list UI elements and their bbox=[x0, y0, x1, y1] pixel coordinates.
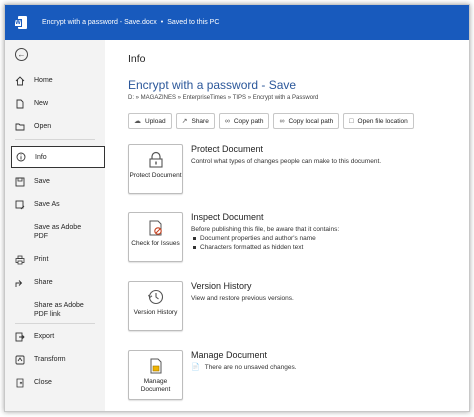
copy-path-button[interactable]: ∞ Copy path bbox=[218, 113, 270, 129]
sidebar-item-label: Export bbox=[34, 333, 55, 340]
transform-icon bbox=[15, 355, 25, 365]
sidebar-item-label: Close bbox=[34, 379, 52, 386]
save-as-icon bbox=[15, 200, 25, 210]
protect-document-description: Control what types of changes people can… bbox=[191, 158, 382, 165]
title-bar: W Encrypt with a password - Save.docx • … bbox=[5, 5, 469, 40]
back-arrow-icon[interactable]: ← bbox=[15, 48, 28, 61]
share-icon bbox=[15, 278, 25, 288]
title-separator: • bbox=[160, 19, 164, 26]
export-icon bbox=[15, 332, 25, 342]
manage-document-status: There are no unsaved changes. bbox=[204, 363, 297, 371]
inspect-document-description: Before publishing this file, be aware th… bbox=[191, 226, 340, 233]
protect-document-button[interactable]: Protect Document bbox=[128, 144, 183, 194]
sidebar-item-label: Save as Adobe PDF bbox=[34, 224, 82, 240]
page-title: Info bbox=[128, 53, 146, 65]
word-app-icon: W bbox=[14, 16, 27, 29]
copy-local-path-label: Copy local path bbox=[288, 117, 334, 125]
sidebar-item-label: Open bbox=[34, 123, 52, 130]
sidebar-item-new[interactable]: New bbox=[15, 99, 92, 109]
sidebar-item-label: Share as Adobe PDF link bbox=[34, 302, 84, 318]
sidebar-item-save-as-adobe-pdf[interactable]: Save as Adobe PDF bbox=[15, 223, 92, 241]
link-icon: ∞ bbox=[279, 117, 285, 125]
sidebar-item-share[interactable]: Share bbox=[15, 278, 92, 288]
sidebar-item-label: Print bbox=[34, 256, 49, 263]
info-pane: Info Encrypt with a password - Save D: »… bbox=[105, 40, 469, 411]
sidebar-divider bbox=[15, 139, 95, 140]
manage-document-title: Manage Document bbox=[191, 350, 268, 360]
document-title: Encrypt with a password - Save bbox=[128, 78, 297, 92]
sidebar-divider bbox=[15, 323, 95, 324]
version-history-label: Version History bbox=[133, 309, 178, 316]
sidebar-item-info[interactable]: Info bbox=[11, 146, 105, 168]
file-actions-toolbar: ☁ Upload ↗ Share ∞ Copy path ∞ Copy loca… bbox=[128, 113, 418, 129]
sidebar-item-label: Save bbox=[34, 178, 50, 185]
protect-document-title: Protect Document bbox=[191, 144, 264, 154]
check-for-issues-label: Check for Issues bbox=[131, 240, 180, 247]
open-file-location-label: Open file location bbox=[357, 117, 408, 125]
home-icon bbox=[15, 76, 25, 86]
sidebar-item-transform[interactable]: Transform bbox=[15, 355, 92, 365]
inspect-document-icon bbox=[146, 218, 166, 238]
sidebar-item-label: Share bbox=[34, 279, 53, 286]
sidebar-item-label: New bbox=[34, 100, 49, 107]
link-icon: ∞ bbox=[224, 117, 230, 125]
protect-document-label: Protect Document bbox=[129, 172, 182, 179]
sidebar-item-close[interactable]: Close bbox=[15, 378, 92, 388]
info-icon bbox=[16, 152, 26, 162]
share-icon: ↗ bbox=[181, 118, 188, 125]
backstage-sidebar: ← Home New Open Info Save Save As Save a… bbox=[5, 40, 105, 411]
history-clock-icon bbox=[146, 287, 166, 307]
inspect-document-findings: Document properties and author's name Ch… bbox=[191, 234, 451, 252]
manage-document-label: Manage Document bbox=[140, 378, 171, 393]
sidebar-item-home[interactable]: Home bbox=[15, 76, 92, 86]
version-history-title: Version History bbox=[191, 281, 252, 291]
document-filename: Encrypt with a password - Save.docx bbox=[42, 19, 157, 26]
manage-document-icon bbox=[146, 356, 166, 376]
word-backstage-window: W Encrypt with a password - Save.docx • … bbox=[4, 4, 470, 412]
list-item: Document properties and author's name bbox=[191, 234, 451, 243]
cloud-upload-icon: ☁ bbox=[134, 118, 141, 125]
document-status-icon: 📄 bbox=[191, 364, 200, 371]
sidebar-item-print[interactable]: Print bbox=[15, 255, 92, 265]
new-document-icon bbox=[15, 99, 25, 109]
close-icon bbox=[15, 378, 25, 388]
folder-open-icon bbox=[15, 122, 25, 132]
sidebar-item-label: Info bbox=[35, 153, 47, 161]
share-button[interactable]: ↗ Share bbox=[175, 113, 215, 129]
copy-path-label: Copy path bbox=[233, 117, 264, 125]
save-status: Saved to this PC bbox=[167, 19, 220, 26]
sidebar-item-save[interactable]: Save bbox=[15, 177, 92, 187]
lock-icon bbox=[146, 150, 166, 170]
sidebar-item-label: Transform bbox=[34, 356, 66, 363]
upload-button[interactable]: ☁ Upload bbox=[128, 113, 172, 129]
inspect-document-title: Inspect Document bbox=[191, 212, 264, 222]
breadcrumb[interactable]: D: » MAGAZINES » EnterpriseTimes » TIPS … bbox=[128, 95, 318, 101]
manage-document-button[interactable]: Manage Document bbox=[128, 350, 183, 400]
sidebar-item-export[interactable]: Export bbox=[15, 332, 92, 342]
version-history-button[interactable]: Version History bbox=[128, 281, 183, 331]
open-file-location-button[interactable]: □ Open file location bbox=[343, 113, 414, 129]
version-history-description: View and restore previous versions. bbox=[191, 295, 294, 302]
folder-icon: □ bbox=[349, 117, 354, 125]
share-label: Share bbox=[191, 117, 209, 125]
print-icon bbox=[15, 255, 25, 265]
sidebar-item-label: Save As bbox=[34, 201, 60, 208]
list-item: Characters formatted as hidden text bbox=[191, 243, 451, 252]
copy-local-path-button[interactable]: ∞ Copy local path bbox=[273, 113, 340, 129]
sidebar-item-open[interactable]: Open bbox=[15, 122, 92, 132]
check-for-issues-button[interactable]: Check for Issues bbox=[128, 212, 183, 262]
sidebar-item-label: Home bbox=[34, 77, 53, 84]
save-icon bbox=[15, 177, 25, 187]
sidebar-item-save-as[interactable]: Save As bbox=[15, 200, 92, 210]
upload-label: Upload bbox=[145, 117, 166, 125]
sidebar-item-share-adobe-pdf-link[interactable]: Share as Adobe PDF link bbox=[15, 301, 92, 319]
